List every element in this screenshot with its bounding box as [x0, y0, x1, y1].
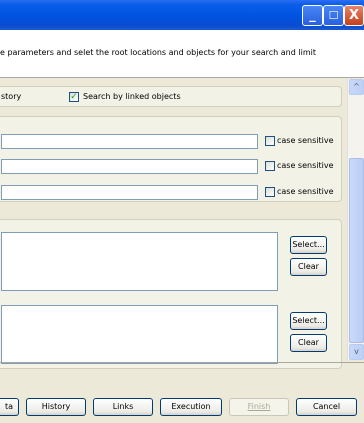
- linked-objects-checkbox[interactable]: ✓: [69, 92, 79, 102]
- case-sensitive-label-3: case sensitive: [277, 187, 334, 196]
- header-instruction: e parameters and selet the root location…: [0, 48, 316, 57]
- minimize-button[interactable]: _: [302, 5, 323, 26]
- case-sensitive-checkbox-1[interactable]: [265, 136, 275, 146]
- select-objects-label: Select...: [292, 316, 325, 325]
- select-locations-button[interactable]: Select...: [290, 236, 327, 254]
- links-label: Links: [112, 402, 134, 411]
- wizard-header: e parameters and selet the root location…: [0, 30, 364, 78]
- root-locations-group: Select... Clear Select... Clear: [0, 219, 342, 369]
- scroll-thumb[interactable]: [349, 158, 364, 343]
- minimize-icon: _: [309, 8, 316, 23]
- chevron-down-icon: v: [354, 347, 359, 356]
- close-button[interactable]: X: [344, 5, 364, 26]
- scroll-up-button[interactable]: ^: [349, 79, 364, 95]
- data-button[interactable]: ta: [0, 398, 19, 416]
- data-label: ta: [4, 402, 14, 411]
- execution-button[interactable]: Execution: [160, 398, 222, 416]
- history-button[interactable]: History: [26, 398, 86, 416]
- scroll-down-button[interactable]: v: [349, 344, 364, 360]
- maximize-button[interactable]: ☐: [323, 5, 344, 26]
- title-bar: _ ☐ X: [0, 0, 364, 30]
- close-icon: X: [348, 8, 360, 23]
- maximize-icon: ☐: [328, 9, 339, 22]
- clear-objects-button[interactable]: Clear: [290, 334, 327, 352]
- cancel-button[interactable]: Cancel: [296, 398, 357, 416]
- root-locations-list[interactable]: [1, 232, 278, 291]
- chevron-up-icon: ^: [353, 82, 360, 91]
- select-objects-button[interactable]: Select...: [290, 312, 327, 330]
- search-history-label: story: [1, 92, 22, 101]
- footer-divider: [0, 362, 364, 363]
- text-field-1[interactable]: [1, 134, 258, 149]
- finish-label: Finish: [247, 402, 271, 411]
- vertical-scrollbar[interactable]: ^ v: [347, 79, 364, 360]
- cancel-label: Cancel: [312, 402, 341, 411]
- text-field-3[interactable]: [1, 185, 258, 200]
- select-locations-label: Select...: [292, 240, 325, 249]
- case-sensitive-label-2: case sensitive: [277, 161, 334, 170]
- linked-objects-label: Search by linked objects: [83, 92, 181, 101]
- root-objects-list[interactable]: [1, 305, 278, 364]
- history-label: History: [41, 402, 71, 411]
- clear-objects-label: Clear: [298, 338, 319, 347]
- execution-label: Execution: [171, 402, 211, 411]
- links-button[interactable]: Links: [93, 398, 153, 416]
- finish-button: Finish: [229, 398, 289, 416]
- case-sensitive-checkbox-2[interactable]: [265, 161, 275, 171]
- case-sensitive-label-1: case sensitive: [277, 136, 334, 145]
- checkmark-icon: ✓: [70, 92, 78, 102]
- case-sensitive-checkbox-3[interactable]: [265, 187, 275, 197]
- options-group: story ✓ Search by linked objects: [0, 86, 342, 107]
- clear-locations-button[interactable]: Clear: [290, 258, 327, 276]
- clear-locations-label: Clear: [298, 262, 319, 271]
- text-field-2[interactable]: [1, 159, 258, 174]
- search-parameters-panel: story ✓ Search by linked objects case se…: [0, 79, 347, 369]
- text-fields-group: case sensitive case sensitive case sensi…: [0, 116, 342, 202]
